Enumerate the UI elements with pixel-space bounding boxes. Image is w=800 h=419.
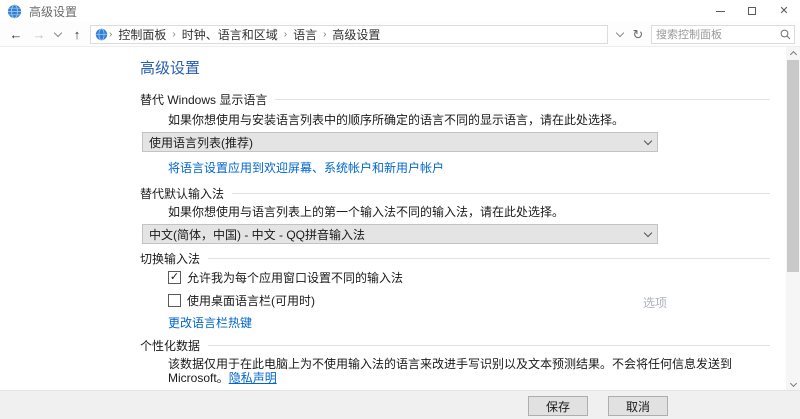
minimize-button[interactable] bbox=[704, 0, 736, 22]
search-input[interactable] bbox=[652, 29, 776, 41]
section-divider bbox=[208, 345, 770, 346]
options-link[interactable]: 选项 bbox=[643, 294, 667, 311]
display-language-dropdown-value: 使用语言列表(推荐) bbox=[149, 134, 645, 151]
personalization-description-microsoft: Microsoft。 bbox=[168, 371, 229, 385]
personalization-description-line1: 该数据仅用于在此电脑上为不使用输入法的语言来改进手写识别以及文本预测结果。不会将… bbox=[168, 357, 770, 371]
chevron-up-icon bbox=[789, 50, 796, 57]
personalization-description-line2: Microsoft。隐私声明 bbox=[168, 371, 770, 385]
footer-bar: 保存 取消 bbox=[0, 390, 800, 419]
section-header: 切换输入法 bbox=[140, 250, 200, 267]
allow-per-window-label[interactable]: 允许我为每个应用窗口设置不同的输入法 bbox=[187, 269, 403, 286]
window-title: 高级设置 bbox=[29, 3, 77, 20]
section-override-display-language: 替代 Windows 显示语言 bbox=[140, 92, 770, 106]
section-switch-input-methods: 切换输入法 bbox=[140, 251, 770, 265]
allow-per-window-input-row[interactable]: ✓ 允许我为每个应用窗口设置不同的输入法 bbox=[168, 270, 770, 285]
section-divider bbox=[275, 99, 770, 100]
title-bar: 高级设置 ✕ bbox=[0, 0, 800, 22]
desktop-language-bar-checkbox[interactable] bbox=[168, 294, 181, 307]
close-button[interactable]: ✕ bbox=[768, 0, 800, 22]
default-input-dropdown-value: 中文(简体，中国) - 中文 - QQ拼音输入法 bbox=[149, 226, 645, 243]
scroll-down-button[interactable] bbox=[786, 378, 800, 390]
section-header: 替代 Windows 显示语言 bbox=[140, 91, 267, 108]
section-header: 替代默认输入法 bbox=[140, 185, 224, 202]
maximize-icon bbox=[748, 7, 756, 15]
refresh-button[interactable]: ↻ bbox=[628, 25, 648, 44]
privacy-statement-link[interactable]: 隐私声明 bbox=[229, 371, 277, 385]
allow-per-window-checkbox[interactable]: ✓ bbox=[168, 271, 181, 284]
page-title: 高级设置 bbox=[140, 60, 770, 78]
save-button[interactable]: 保存 bbox=[528, 396, 588, 416]
desktop-language-bar-row[interactable]: 使用桌面语言栏(可用时) 选项 bbox=[168, 293, 770, 308]
navigation-toolbar: ← → ↑ › 控制面板 › 时钟、语言和区域 › 语言 › 高级设置 ↻ bbox=[0, 22, 800, 47]
default-input-description: 如果你想使用与语言列表上的第一个输入法不同的输入法，请在此处选择。 bbox=[168, 205, 770, 219]
vertical-scrollbar[interactable] bbox=[786, 47, 800, 390]
chevron-down-icon bbox=[644, 136, 652, 144]
settings-content: 高级设置 替代 Windows 显示语言 如果你想使用与安装语言列表中的顺序所确… bbox=[0, 47, 786, 390]
back-button[interactable]: ← bbox=[4, 22, 28, 47]
language-settings-icon bbox=[7, 4, 22, 19]
maximize-button[interactable] bbox=[736, 0, 768, 22]
scroll-up-button[interactable] bbox=[786, 47, 800, 59]
section-divider bbox=[208, 258, 770, 259]
section-divider bbox=[232, 193, 770, 194]
recent-locations-chevron-icon[interactable] bbox=[50, 22, 66, 47]
address-dropdown-chevron-icon[interactable] bbox=[612, 25, 628, 44]
chevron-down-icon bbox=[644, 228, 652, 236]
scrollbar-thumb[interactable] bbox=[787, 60, 799, 272]
change-language-bar-hotkeys-link[interactable]: 更改语言栏热键 bbox=[168, 316, 252, 330]
breadcrumb-control-panel[interactable]: 控制面板 bbox=[113, 26, 171, 43]
breadcrumb-clock-language-region[interactable]: 时钟、语言和区域 bbox=[177, 26, 283, 43]
minimize-icon bbox=[716, 11, 725, 12]
display-language-description: 如果你想使用与安装语言列表中的顺序所确定的语言不同的显示语言，请在此处选择。 bbox=[168, 113, 770, 127]
forward-button[interactable]: → bbox=[28, 22, 50, 47]
up-button[interactable]: ↑ bbox=[66, 22, 88, 47]
breadcrumb-advanced-settings[interactable]: 高级设置 bbox=[327, 26, 385, 43]
display-language-dropdown[interactable]: 使用语言列表(推荐) bbox=[142, 132, 658, 152]
control-panel-window: 高级设置 ✕ ← → ↑ › 控制面板 › 时钟、语言和区域 › 语言 › 高级… bbox=[0, 0, 800, 419]
section-override-default-input: 替代默认输入法 bbox=[140, 186, 770, 200]
search-box bbox=[651, 25, 795, 44]
default-input-dropdown[interactable]: 中文(简体，中国) - 中文 - QQ拼音输入法 bbox=[142, 224, 658, 244]
close-icon: ✕ bbox=[779, 6, 788, 17]
apply-to-welcome-screen-link[interactable]: 将语言设置应用到欢迎屏幕、系统帐户和新用户帐户 bbox=[168, 161, 444, 175]
desktop-language-bar-label[interactable]: 使用桌面语言栏(可用时) bbox=[187, 292, 315, 309]
chevron-down-icon bbox=[789, 379, 796, 386]
breadcrumb-app-icon bbox=[95, 28, 108, 41]
cancel-button[interactable]: 取消 bbox=[608, 396, 668, 416]
address-bar[interactable]: › 控制面板 › 时钟、语言和区域 › 语言 › 高级设置 bbox=[90, 25, 608, 44]
breadcrumb-language[interactable]: 语言 bbox=[288, 26, 322, 43]
section-personalization-data: 个性化数据 bbox=[140, 338, 770, 352]
section-header: 个性化数据 bbox=[140, 337, 200, 354]
search-icon[interactable] bbox=[776, 29, 794, 40]
